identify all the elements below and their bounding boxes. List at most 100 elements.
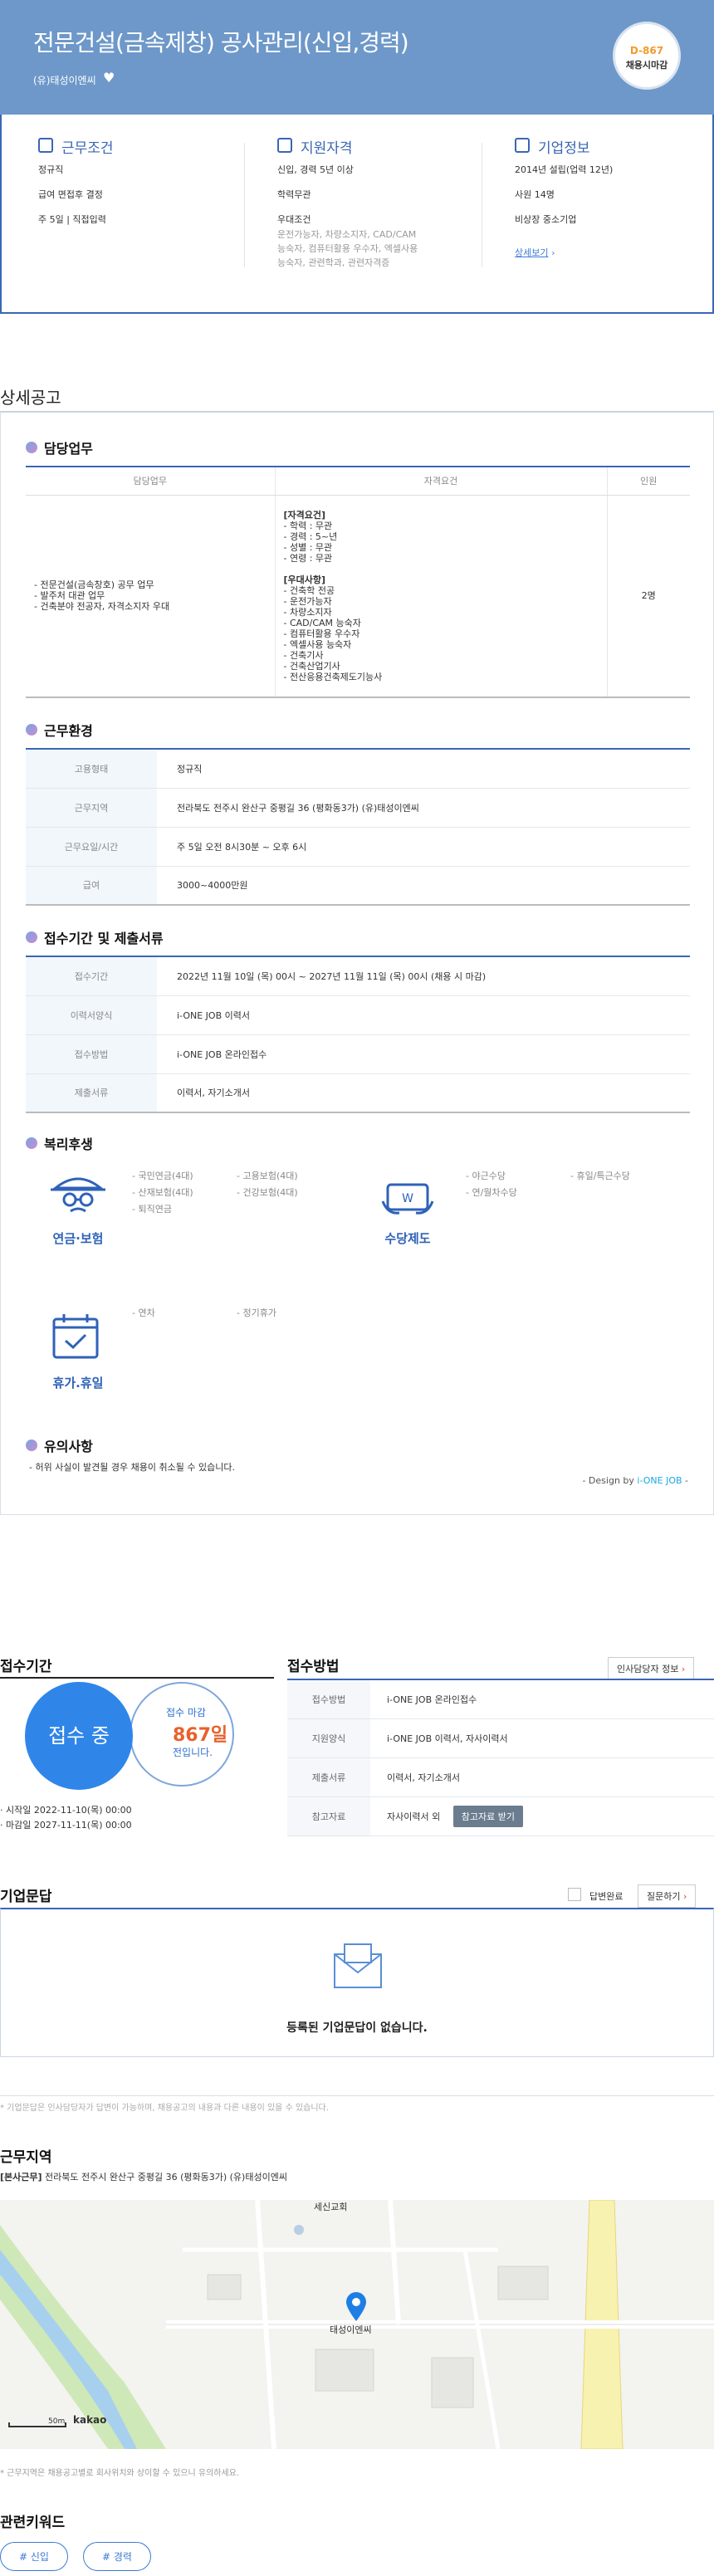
row-label: 근무요일/시간: [26, 827, 157, 867]
keyword-tag[interactable]: # 경력: [83, 2542, 151, 2571]
row-value: 전라북도 전주시 완산구 중평길 36 (평화동3가) (유)태성이엔씨: [157, 788, 690, 828]
hr-info-button[interactable]: 인사담당자 정보 ›: [608, 1657, 695, 1680]
company-type: 비상장 중소기업: [515, 214, 577, 225]
qualifications: 지원자격 신입, 경력 5년 이상 학력무관 우대조건 운전가능자, 차량소지자…: [277, 136, 493, 270]
row-value: 정규직: [157, 749, 690, 789]
row-value: i-ONE JOB 이력서: [157, 995, 690, 1035]
employment-type: 정규직: [38, 164, 64, 175]
row-label: 참고자료: [287, 1796, 370, 1836]
qualifications-title: 지원자격: [301, 140, 353, 157]
row-label: 급여: [26, 866, 157, 906]
welfare-items: - 휴일/특근수당: [570, 1171, 630, 1181]
job-title: 전문건설(금속제창) 공사관리(신입,경력): [33, 29, 409, 56]
employees: 사원 14명: [515, 189, 555, 200]
method-title: 접수방법: [287, 1659, 340, 1675]
education-requirement: 학력무관: [277, 189, 311, 200]
env-table: 고용형태 정규직 근무지역 전라북도 전주시 완산구 중평길 36 (평화동3가) …: [26, 748, 690, 906]
chevron-right-icon: ›: [551, 249, 555, 258]
welfare-items: - 고용보험(4대) - 건강보험(4대): [237, 1171, 298, 1198]
keyword-tag[interactable]: # 신입: [0, 2542, 68, 2571]
dday-badge: D-867 채용시마감: [613, 22, 681, 90]
salary: 급여 면접후 결정: [38, 189, 103, 200]
start-date: · 시작일 2022-11-10(목) 00:00: [0, 1805, 132, 1816]
svg-text:W: W: [402, 1192, 413, 1205]
map[interactable]: 세신교회 태성이엔씨 50m kakao: [0, 2200, 714, 2449]
welfare-items: - 야근수당 - 연/월차수당: [466, 1171, 517, 1198]
divider: [0, 1677, 274, 1679]
row-value: 이력서, 자기소개서: [157, 1073, 690, 1113]
map-label: 세신교회: [314, 2202, 348, 2212]
row-label: 이력서양식: [26, 995, 157, 1035]
work-days: 주 5일 | 직접입력: [38, 214, 106, 225]
preferred-label: 우대조건: [277, 214, 311, 225]
col-header: 담당업무: [26, 466, 275, 496]
work-conditions-title: 근무조건: [61, 140, 114, 157]
answered-checkbox[interactable]: [568, 1888, 581, 1901]
allowance-icon: W: [381, 1183, 434, 1215]
divider: [0, 2095, 714, 2096]
headcount: 2명: [606, 495, 690, 698]
building-icon: [38, 138, 53, 153]
vacation-label: 휴가.휴일: [52, 1376, 104, 1391]
pension-label: 연금·보험: [52, 1231, 104, 1246]
envelope-icon: [334, 1943, 382, 1988]
career-requirement: 신입, 경력 5년 이상: [277, 164, 354, 175]
pension-icon: [51, 1177, 105, 1213]
row-value: i-ONE JOB 온라인접수: [370, 1679, 714, 1719]
company-info: 기업정보 2014년 설립(업력 12년) 사원 14명 비상장 중소기업 상세…: [515, 136, 714, 259]
company-info-title: 기업정보: [538, 140, 590, 157]
row-label: 접수기간: [26, 956, 157, 996]
row-label: 고용형태: [26, 749, 157, 789]
work-conditions: 근무조건 정규직 급여 면접후 결정 주 5일 | 직접입력: [38, 136, 254, 226]
divider: [244, 143, 245, 267]
row-label: 제출서류: [287, 1757, 370, 1797]
row-value: 이력서, 자기소개서: [370, 1757, 714, 1797]
bullet-icon: [26, 1440, 37, 1451]
row-value: 3000~4000만원: [157, 866, 690, 906]
notes-section-title: 유의사항: [26, 1435, 93, 1455]
bullet-icon: [26, 442, 37, 453]
keywords-title: 관련키워드: [0, 2515, 66, 2531]
row-value: i-ONE JOB 이력서, 자사이력서: [370, 1718, 714, 1758]
end-date: · 마감일 2027-11-11(목) 00:00: [0, 1820, 132, 1831]
heart-icon[interactable]: ♥: [103, 70, 115, 86]
map-label: 태성이엔씨: [330, 2324, 372, 2335]
map-scale: 50m: [48, 2417, 66, 2426]
map-pin-icon: [346, 2292, 366, 2321]
preferred-line: 능숙자, 관련학과, 관련자격증: [277, 257, 390, 268]
company-detail-link[interactable]: 상세보기: [515, 247, 548, 258]
row-label: 접수방법: [26, 1034, 157, 1074]
location-address: [본사근무] 전라북도 전주시 완산구 중평길 36 (평화동3가) (유)태성…: [0, 2172, 287, 2183]
row-label: 근무지역: [26, 788, 157, 828]
welfare-section-title: 복리후생: [26, 1133, 93, 1153]
row-value: 2022년 11월 10일 (목) 00시 ~ 2027년 11월 11일 (목…: [157, 956, 690, 996]
duty-table: 담당업무 자격요건 인원 - 전문건설(금속창호) 공무 업무 - 발주처 대관 …: [26, 466, 690, 698]
location-title: 근무지역: [0, 2149, 52, 2166]
ref-download-button[interactable]: 참고자료 받기: [452, 1805, 523, 1827]
ask-button[interactable]: 질문하기 ›: [638, 1884, 697, 1908]
col-header: 인원: [606, 466, 690, 496]
bullet-icon: [26, 931, 37, 943]
notes-text: - 허위 사실이 발견될 경우 채용이 취소될 수 있습니다.: [29, 1462, 235, 1473]
env-section-title: 근무환경: [26, 720, 93, 740]
calendar-icon: [277, 138, 292, 153]
qa-empty-box: 등록된 기업문답이 없습니다.: [0, 1908, 714, 2057]
detail-panel: 담당업무 담당업무 자격요건 인원 - 전문건설(금속창호) 공무 업무 - 발주…: [0, 411, 714, 1515]
welfare-items: - 국민연금(4대) - 산재보험(4대) - 퇴직연금: [132, 1171, 193, 1215]
row-value: 주 5일 오전 8시30분 ~ 오후 6시: [157, 827, 690, 867]
bullet-icon: [26, 724, 37, 736]
answered-label: 답변완료: [589, 1891, 624, 1902]
row-label: 지원양식: [287, 1718, 370, 1758]
welfare-items: - 정기휴가: [237, 1308, 276, 1318]
duty-tasks: - 전문건설(금속창호) 공무 업무 - 발주처 대관 업무 - 건축분야 전공자,…: [26, 495, 275, 698]
company-name-link[interactable]: (유)태성이엔씨: [33, 73, 96, 87]
summary-box: 근무조건 정규직 급여 면접후 결정 주 5일 | 직접입력 지원자격 신입, …: [0, 115, 714, 314]
building-icon: [515, 138, 530, 153]
apply-section-title: 접수기간 및 제출서류: [26, 927, 164, 947]
kakao-logo: kakao: [73, 2414, 107, 2426]
duty-section-title: 담당업무: [26, 437, 93, 457]
row-value: 자사이력서 외 참고자료 받기: [370, 1796, 714, 1836]
preferred-line: 운전가능자, 차량소지자, CAD/CAM: [277, 229, 417, 240]
calendar-check-icon: [52, 1314, 99, 1359]
status-circle: 접수 중: [25, 1682, 133, 1790]
